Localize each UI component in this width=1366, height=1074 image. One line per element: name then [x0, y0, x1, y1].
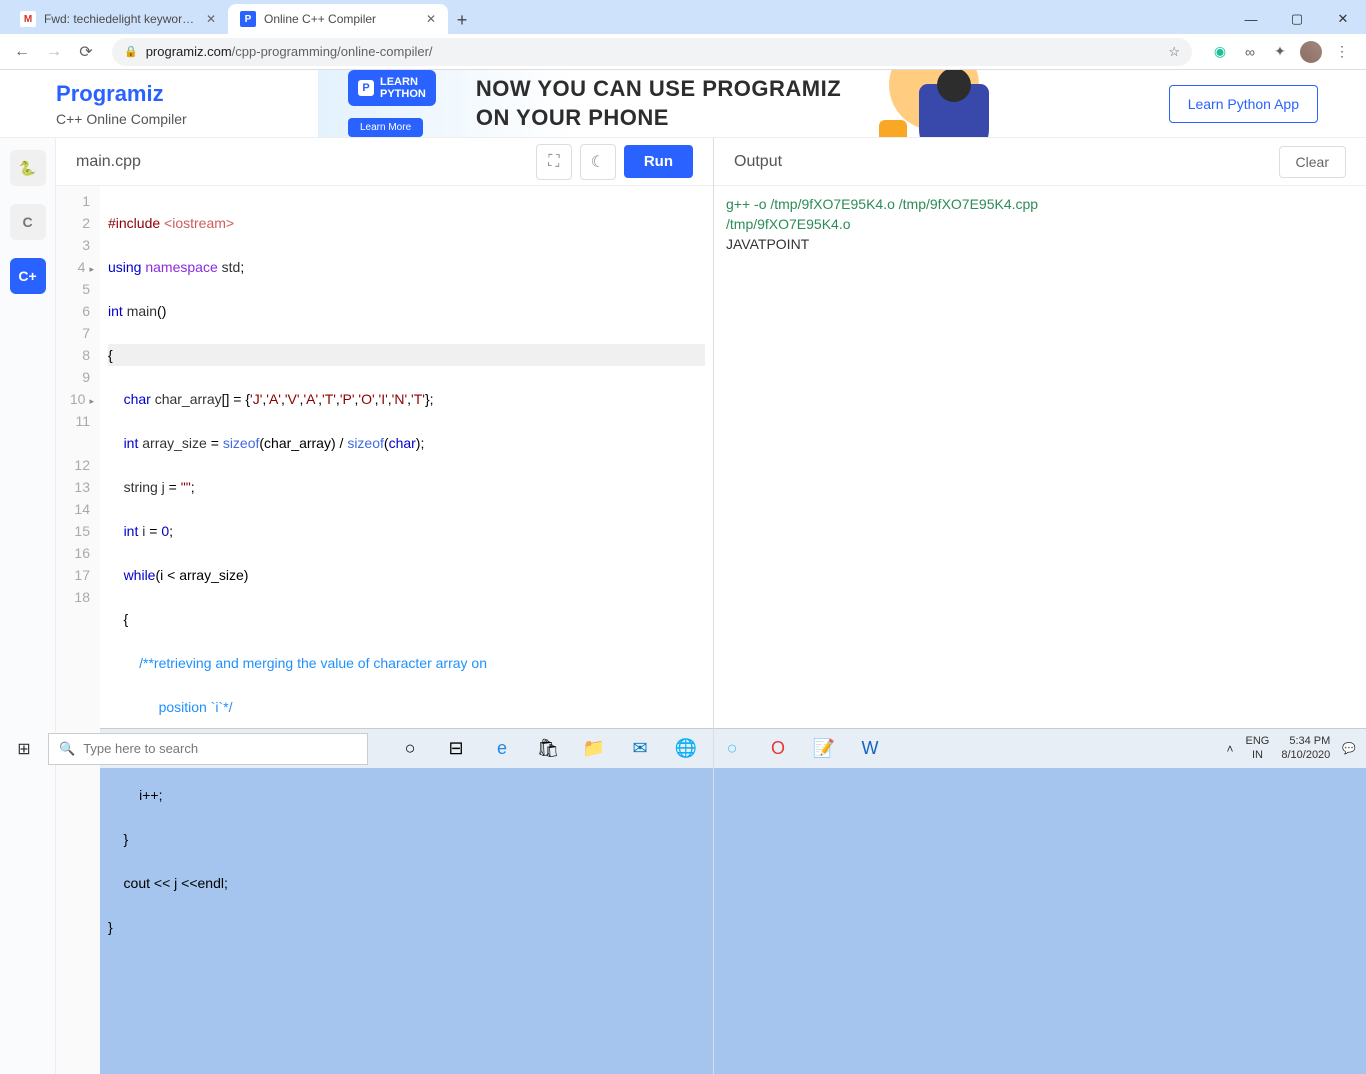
fullscreen-button[interactable]: ⛶: [536, 144, 572, 180]
page-subtitle: C++ Online Compiler: [56, 111, 318, 127]
output-title: Output: [734, 153, 1279, 171]
ie-icon[interactable]: e: [480, 729, 524, 769]
top-banner: Programiz C++ Online Compiler P LEARNPYT…: [0, 70, 1366, 138]
language-rail: 🐍 C C+: [0, 138, 56, 1074]
learn-python-app-button[interactable]: Learn Python App: [1169, 85, 1318, 123]
dark-mode-button[interactable]: ☾: [580, 144, 616, 180]
extensions-puzzle-icon[interactable]: ✦: [1270, 42, 1290, 62]
tray-date: 8/10/2020: [1281, 749, 1330, 762]
notepad-icon[interactable]: 📝: [802, 729, 846, 769]
rail-python-icon[interactable]: 🐍: [10, 150, 46, 186]
badge-line2: PYTHON: [380, 88, 426, 100]
start-button[interactable]: ⊞: [0, 729, 48, 769]
output-body[interactable]: g++ -o /tmp/9fXO7E95K4.o /tmp/9fXO7E95K4…: [714, 186, 1366, 1074]
action-center-icon[interactable]: 💬: [1342, 742, 1356, 755]
search-placeholder: Type here to search: [83, 741, 198, 756]
url-host: programiz.com: [146, 44, 232, 59]
lock-icon: 🔒: [124, 45, 138, 58]
search-icon: 🔍: [59, 741, 75, 757]
output-cmd1: g++ -o /tmp/9fXO7E95K4.o /tmp/9fXO7E95K4…: [726, 194, 1354, 214]
close-icon[interactable]: ✕: [206, 12, 216, 26]
banner-line1: NOW YOU CAN USE PROGRAMIZ: [476, 76, 841, 101]
banner-line2: ON YOUR PHONE: [476, 105, 669, 130]
reload-button[interactable]: ⟳: [72, 38, 100, 66]
star-icon[interactable]: ☆: [1168, 44, 1180, 60]
tray-time: 5:34 PM: [1281, 735, 1330, 748]
rail-c-icon[interactable]: C: [10, 204, 46, 240]
tab-gmail[interactable]: M Fwd: techiedelight keywords list - ✕: [8, 4, 228, 34]
chrome-menu-icon[interactable]: ⋮: [1332, 42, 1352, 62]
browser-titlebar: M Fwd: techiedelight keywords list - ✕ P…: [0, 0, 1366, 34]
tray-lang[interactable]: ENG: [1246, 735, 1270, 748]
address-bar: ← → ⟳ 🔒 programiz.com/cpp-programming/on…: [0, 34, 1366, 70]
mail-icon[interactable]: ✉: [618, 729, 662, 769]
tray-locale[interactable]: IN: [1246, 749, 1270, 762]
close-icon[interactable]: ✕: [426, 12, 436, 26]
output-result: JAVATPOINT: [726, 234, 1354, 254]
tab-title: Online C++ Compiler: [264, 12, 418, 26]
learn-more-button[interactable]: Learn More: [348, 118, 423, 137]
banner-illustration: [889, 70, 1029, 137]
explorer-icon[interactable]: 📁: [572, 729, 616, 769]
code-editor[interactable]: 1234 5678 91011 12131415 161718 #include…: [56, 186, 713, 1074]
forward-button[interactable]: →: [40, 38, 68, 66]
chromium-icon[interactable]: ○: [710, 729, 754, 769]
gmail-icon: M: [20, 11, 36, 27]
tray-overflow-icon[interactable]: ˄: [1227, 742, 1234, 756]
badge-line1: LEARN: [380, 76, 418, 88]
rail-cpp-icon[interactable]: C+: [10, 258, 46, 294]
url-path: /cpp-programming/online-compiler/: [232, 44, 433, 59]
code-content[interactable]: #include <iostream> using namespace std;…: [100, 186, 713, 1074]
banner-headline: NOW YOU CAN USE PROGRAMIZ ON YOUR PHONE: [476, 75, 841, 132]
grammarly-icon[interactable]: ◉: [1210, 42, 1230, 62]
tray-clock[interactable]: 5:34 PM 8/10/2020: [1281, 735, 1330, 761]
new-tab-button[interactable]: +: [448, 6, 476, 34]
task-view-icon[interactable]: ⊟: [434, 729, 478, 769]
cortana-icon[interactable]: ○: [388, 729, 432, 769]
filename-label: main.cpp: [76, 153, 528, 171]
clear-button[interactable]: Clear: [1279, 146, 1346, 178]
extension-icon[interactable]: ∞: [1240, 42, 1260, 62]
opera-icon[interactable]: O: [756, 729, 800, 769]
programiz-logo[interactable]: Programiz: [56, 81, 318, 107]
chrome-icon[interactable]: 🌐: [664, 729, 708, 769]
output-cmd2: /tmp/9fXO7E95K4.o: [726, 214, 1354, 234]
run-button[interactable]: Run: [624, 145, 693, 178]
taskbar-search[interactable]: 🔍 Type here to search: [48, 733, 368, 765]
profile-avatar[interactable]: [1300, 41, 1322, 63]
programiz-icon: P: [240, 11, 256, 27]
omnibox[interactable]: 🔒 programiz.com/cpp-programming/online-c…: [112, 38, 1192, 66]
maximize-button[interactable]: ▢: [1274, 4, 1320, 34]
learn-python-badge: P LEARNPYTHON: [348, 70, 436, 106]
minimize-button[interactable]: —: [1228, 4, 1274, 34]
word-icon[interactable]: W: [848, 729, 892, 769]
store-icon[interactable]: 🛍: [526, 729, 570, 769]
tab-programiz[interactable]: P Online C++ Compiler ✕: [228, 4, 448, 34]
tab-title: Fwd: techiedelight keywords list -: [44, 12, 198, 26]
window-close-button[interactable]: ✕: [1320, 4, 1366, 34]
line-gutter: 1234 5678 91011 12131415 161718: [56, 186, 100, 1074]
back-button[interactable]: ←: [8, 38, 36, 66]
